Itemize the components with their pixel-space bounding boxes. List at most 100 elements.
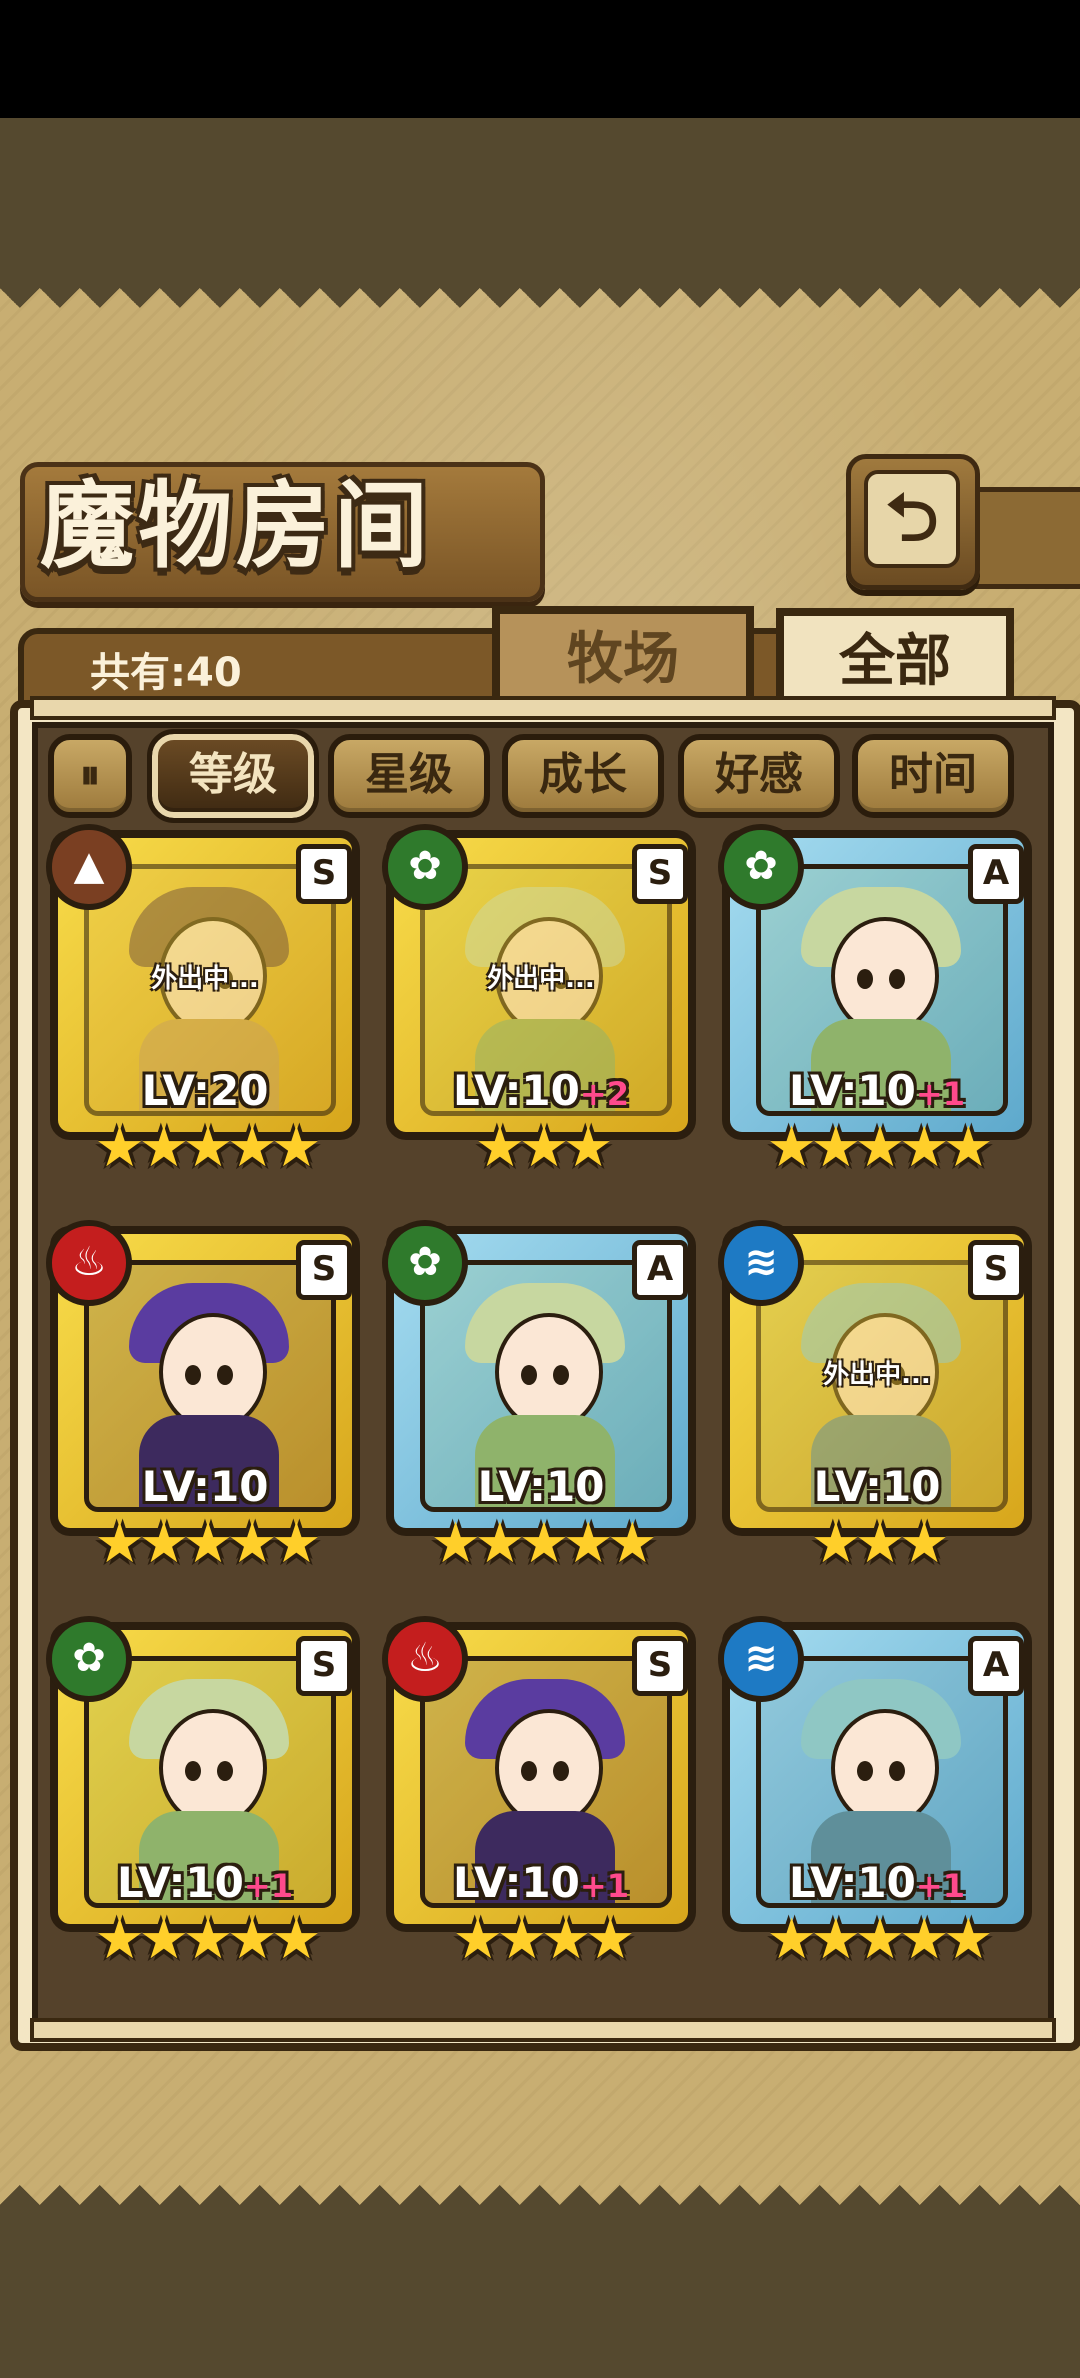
level-label: LV:10+1 (722, 1066, 1032, 1115)
portrait-eye (889, 969, 905, 989)
monster-card[interactable]: ✿ S LV:10+1 ★★★★★ (46, 1616, 360, 1972)
portrait-eye (889, 1761, 905, 1781)
grass-element-icon: ✿ (46, 1616, 132, 1702)
star-rating: ★★★★ (452, 1907, 636, 1972)
tab-farm-label: 牧场 (567, 627, 679, 692)
portrait-eye (217, 1365, 233, 1385)
return-arrow-icon[interactable]: ⮌ (864, 470, 960, 568)
zigzag-bottom-edge (0, 2165, 1080, 2205)
level-value: LV:10 (453, 1066, 580, 1115)
level-label: LV:10+1 (386, 1858, 696, 1907)
monster-card[interactable]: ✿ A LV:10+1 ★★★★★ (718, 824, 1032, 1180)
portrait-eye (553, 1365, 569, 1385)
monster-count: 共有:40 (90, 650, 242, 696)
water-element-icon: ≋ (718, 1616, 804, 1702)
sort-time-button[interactable]: 时间 (852, 734, 1014, 818)
monster-card[interactable]: ✿ S 外出中... LV:10+2 ★★★ (382, 824, 696, 1180)
portrait-face (831, 1709, 939, 1827)
fire-element-icon: ♨ (46, 1220, 132, 1306)
level-label: LV:20 (50, 1066, 360, 1115)
star-rating: ★★★★★ (94, 1115, 321, 1180)
portrait-face (495, 1709, 603, 1827)
star-rating: ★★★★★ (94, 1907, 321, 1972)
sort-growth-button[interactable]: 成长 (502, 734, 664, 818)
sort-affection-button[interactable]: 好感 (678, 734, 840, 818)
level-bonus: +1 (579, 1867, 629, 1905)
away-status: 外出中... (823, 1360, 931, 1390)
sort-growth-label: 成长 (539, 749, 627, 800)
portrait-eye (217, 1761, 233, 1781)
star-rating: ★★★★★ (766, 1115, 993, 1180)
grass-element-icon: ✿ (718, 824, 804, 910)
star-rating: ★★★ (810, 1511, 950, 1576)
rank-badge: A (968, 1636, 1024, 1696)
level-value: LV:20 (141, 1066, 269, 1115)
away-status: 外出中... (487, 964, 595, 994)
water-element-icon: ≋ (718, 1220, 804, 1306)
fire-element-icon: ♨ (382, 1616, 468, 1702)
level-label: LV:10+2 (386, 1066, 696, 1115)
sort-time-label: 时间 (889, 749, 977, 800)
sort-order-icon: ⏸ (80, 752, 100, 798)
level-value: LV:10 (477, 1462, 605, 1511)
portrait-eye (553, 1761, 569, 1781)
top-band (0, 118, 1080, 288)
portrait-face (159, 1709, 267, 1827)
away-status: 外出中... (151, 964, 259, 994)
monster-card[interactable]: ▲ S 外出中... LV:20 ★★★★★ (46, 824, 360, 1180)
tab-all-label: 全部 (839, 629, 951, 694)
level-label: LV:10+1 (722, 1858, 1032, 1907)
page-title: 魔物房间 (40, 472, 433, 581)
rank-badge: S (968, 1240, 1024, 1300)
sort-order-button[interactable]: ⏸ (48, 734, 132, 818)
grass-element-icon: ✿ (382, 1220, 468, 1306)
star-rating: ★★★ (474, 1115, 614, 1180)
level-bonus: +2 (579, 1075, 629, 1113)
monster-card[interactable]: ♨ S LV:10+1 ★★★★ (382, 1616, 696, 1972)
level-label: LV:10 (722, 1462, 1032, 1511)
portrait-eye (521, 1365, 537, 1385)
status-bar (0, 0, 1080, 118)
level-value: LV:10 (117, 1858, 244, 1907)
star-rating: ★★★★★ (430, 1511, 657, 1576)
level-value: LV:10 (789, 1858, 916, 1907)
level-value: LV:10 (789, 1066, 916, 1115)
star-rating: ★★★★★ (766, 1907, 993, 1972)
rank-badge: S (296, 1240, 352, 1300)
star-rating: ★★★★★ (94, 1511, 321, 1576)
zigzag-top-edge (0, 288, 1080, 328)
monster-card[interactable]: ✿ A LV:10 ★★★★★ (382, 1220, 696, 1576)
grass-element-icon: ✿ (382, 824, 468, 910)
monster-card[interactable]: ≋ S 外出中... LV:10 ★★★ (718, 1220, 1032, 1576)
portrait-face (495, 1313, 603, 1431)
level-label: LV:10+1 (50, 1858, 360, 1907)
level-label: LV:10 (386, 1462, 696, 1511)
bottom-band (0, 2205, 1080, 2378)
rank-badge: S (632, 844, 688, 904)
level-value: LV:10 (141, 1462, 269, 1511)
sort-affection-label: 好感 (715, 749, 803, 800)
portrait-eye (857, 969, 873, 989)
portrait-eye (521, 1761, 537, 1781)
rank-badge: S (296, 1636, 352, 1696)
monster-card[interactable]: ≋ A LV:10+1 ★★★★★ (718, 1616, 1032, 1972)
rank-badge: A (968, 844, 1024, 904)
portrait-eye (185, 1761, 201, 1781)
earth-element-icon: ▲ (46, 824, 132, 910)
panel-top-rail (30, 696, 1056, 720)
rank-badge: S (296, 844, 352, 904)
monster-card[interactable]: ♨ S LV:10 ★★★★★ (46, 1220, 360, 1576)
sort-star-label: 星级 (365, 749, 453, 800)
sort-level-button[interactable]: 等级 (147, 729, 319, 823)
level-label: LV:10 (50, 1462, 360, 1511)
portrait-face (159, 1313, 267, 1431)
level-bonus: +1 (915, 1075, 965, 1113)
portrait-eye (185, 1365, 201, 1385)
sort-star-button[interactable]: 星级 (328, 734, 490, 818)
level-bonus: +1 (915, 1867, 965, 1905)
portrait-face (831, 917, 939, 1035)
level-bonus: +1 (243, 1867, 293, 1905)
panel-bottom-rail (30, 2018, 1056, 2042)
rank-badge: A (632, 1240, 688, 1300)
sort-level-label: 等级 (189, 749, 277, 800)
